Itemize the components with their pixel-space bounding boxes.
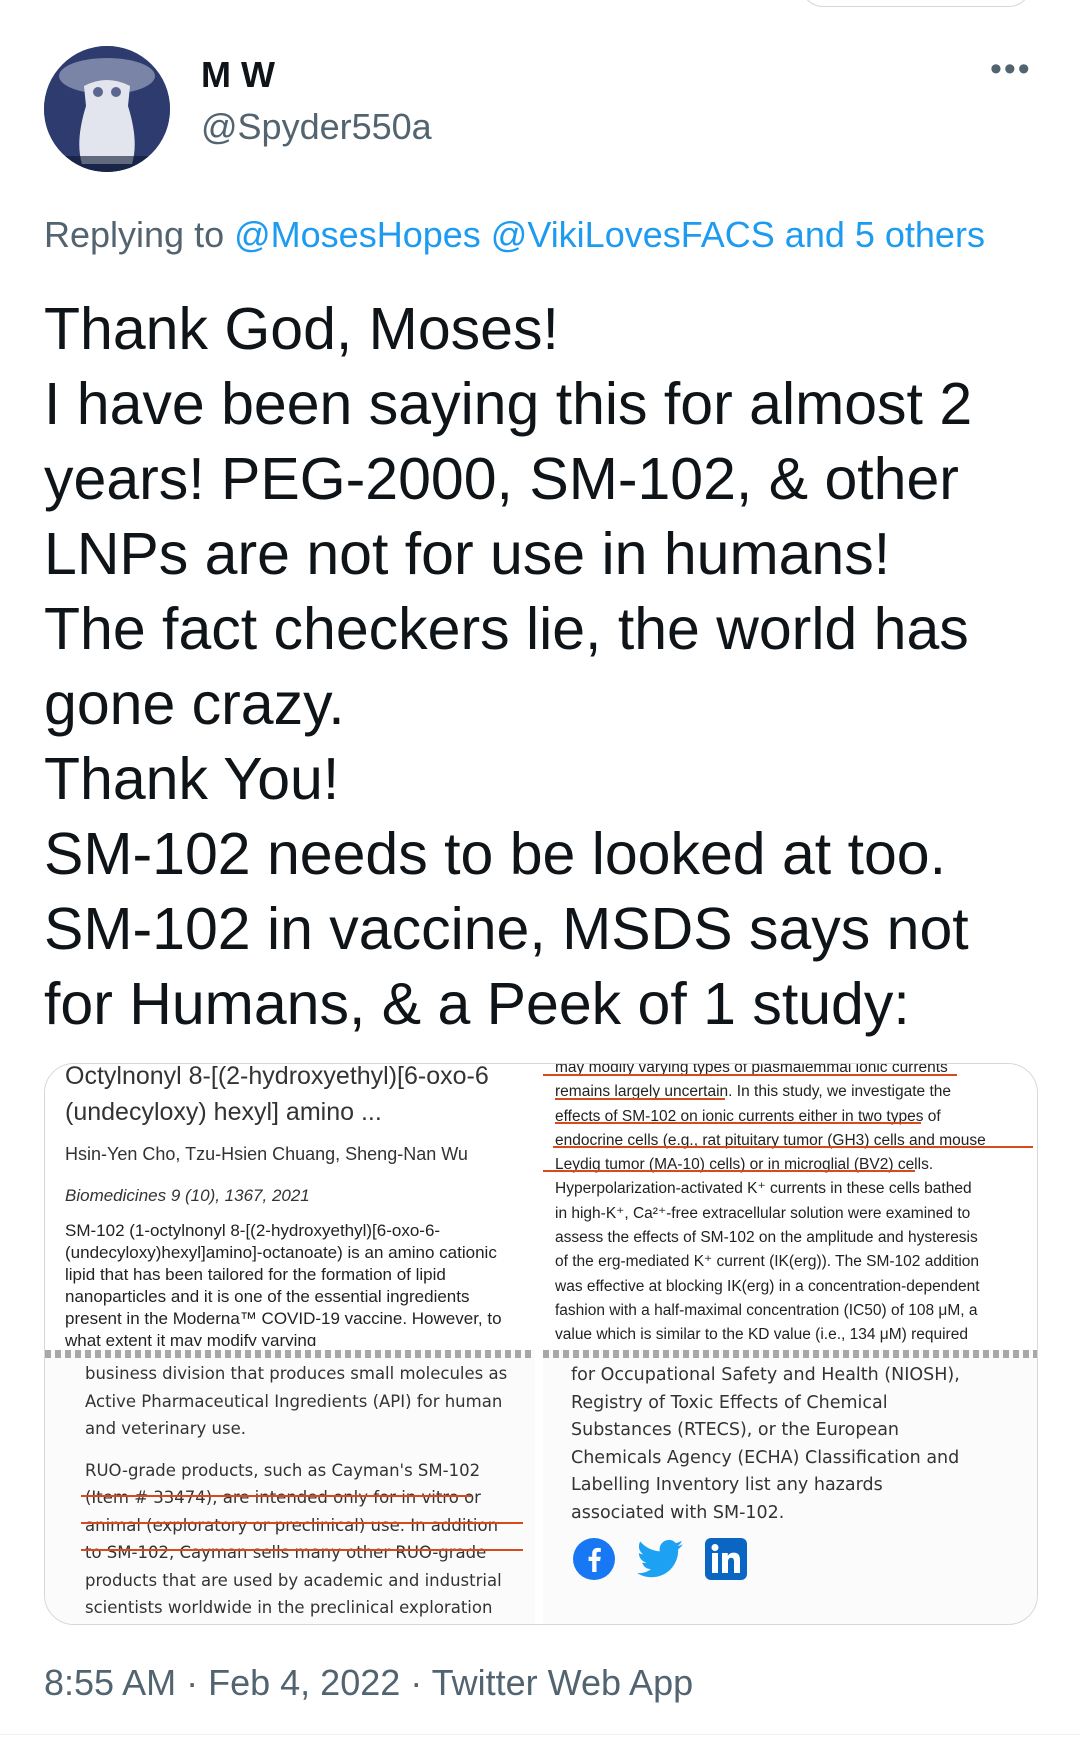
tweet-line: SM-102 needs to be looked at too. bbox=[44, 821, 946, 887]
study-line: may modify varying types of plasmalemmal… bbox=[555, 1064, 948, 1076]
divider bbox=[0, 1734, 1080, 1735]
cayman-line: animal (exploratory or preclinical) use.… bbox=[85, 1515, 499, 1535]
paper-authors: Hsin-Yen Cho, Tzu-Hsien Chuang, Sheng-Na… bbox=[65, 1144, 468, 1164]
source-app[interactable]: Twitter Web App bbox=[432, 1662, 693, 1703]
tweet-time[interactable]: 8:55 AM bbox=[44, 1662, 176, 1703]
niosh-line: Substances (RTECS), or the European bbox=[571, 1420, 900, 1440]
tweet-line: Thank God, Moses! bbox=[44, 296, 559, 362]
niosh-line: Registry of Toxic Effects of Chemical bbox=[571, 1392, 888, 1413]
mention-link[interactable]: @MosesHopes bbox=[234, 214, 481, 255]
more-options-icon[interactable]: ••• bbox=[990, 50, 1032, 89]
tweet-line: SM-102 in vaccine, MSDS says not bbox=[44, 896, 969, 962]
niosh-line: associated with SM-102. bbox=[571, 1502, 785, 1523]
mention-link[interactable]: @VikiLovesFACS bbox=[491, 214, 775, 255]
tweet-line: The fact checkers lie, the world has bbox=[44, 596, 969, 662]
tweet-line: Thank You! bbox=[44, 746, 340, 812]
cayman-line: to SM-102, Cayman sells many other RUO-g… bbox=[85, 1543, 487, 1562]
red-underline bbox=[555, 1122, 921, 1124]
red-underline bbox=[543, 1074, 957, 1076]
red-underline bbox=[553, 1146, 1033, 1148]
cayman-line: scientists worldwide in the preclinical … bbox=[85, 1598, 493, 1617]
cayman-line: RUO-grade products, such as Cayman's SM-… bbox=[85, 1460, 481, 1480]
social-share-icons bbox=[571, 1536, 749, 1582]
cayman-line: Active Pharmaceutical Ingredients (API) … bbox=[85, 1391, 503, 1411]
study-line: was effective at blocking IK(erg) in a c… bbox=[555, 1277, 980, 1295]
niosh-line: Chemicals Agency (ECHA) Classification a… bbox=[571, 1447, 960, 1468]
red-underline bbox=[543, 1170, 915, 1172]
tweet-line: gone crazy. bbox=[44, 671, 345, 737]
study-line: fashion with a half-maximal concentratio… bbox=[555, 1301, 978, 1319]
red-underline bbox=[81, 1495, 471, 1497]
study-line: in high-K⁺, Ca²⁺-free extracellular solu… bbox=[555, 1204, 971, 1222]
study-line: value which is similar to the KD value (… bbox=[555, 1326, 968, 1344]
separator: · bbox=[410, 1662, 423, 1703]
cayman-excerpt-panel[interactable]: business division that produces small mo… bbox=[45, 1350, 535, 1624]
facebook-icon[interactable] bbox=[571, 1536, 617, 1582]
paper-abstract: SM-102 (1-octylnonyl 8-[(2-hydroxyethyl)… bbox=[65, 1221, 502, 1346]
tweet-line: for Humans, & a Peek of 1 study: bbox=[44, 971, 910, 1037]
paper-abstract-panel[interactable]: Octylnonyl 8-[(2-hydroxyethyl)[6-oxo-6 (… bbox=[45, 1064, 535, 1346]
paper-title-line: (undecyloxy) hexyl] amino ... bbox=[65, 1098, 382, 1126]
top-cut-button[interactable] bbox=[800, 0, 1032, 7]
study-line: Leydig tumor (MA-10) cells) or in microg… bbox=[555, 1156, 934, 1174]
twitter-icon[interactable] bbox=[637, 1536, 683, 1582]
paper-title: Octylnonyl 8-[(2-hydroxyethyl)[6-oxo-6 (… bbox=[65, 1064, 535, 1130]
attached-media[interactable]: Octylnonyl 8-[(2-hydroxyethyl)[6-oxo-6 (… bbox=[44, 1063, 1038, 1625]
linkedin-icon[interactable] bbox=[703, 1536, 749, 1582]
tweet-line: years! PEG-2000, SM-102, & other bbox=[44, 446, 959, 512]
red-underline bbox=[81, 1549, 523, 1551]
avatar-image bbox=[44, 46, 170, 172]
red-underline bbox=[81, 1522, 523, 1524]
study-line: Hyperpolarization-activated K⁺ currents … bbox=[555, 1180, 972, 1198]
study-excerpt: may modify varying types of plasmalemmal… bbox=[555, 1064, 1025, 1346]
niosh-line: Labelling Inventory list any hazards bbox=[571, 1475, 883, 1495]
replying-to: Replying to @MosesHopes @VikiLovesFACS a… bbox=[44, 214, 985, 256]
avatar[interactable] bbox=[44, 46, 170, 172]
tweet-text: Thank God, Moses! I have been saying thi… bbox=[44, 292, 1054, 1042]
study-line: endocrine cells (e.g., rat pituitary tum… bbox=[555, 1131, 986, 1149]
cayman-line: business division that produces small mo… bbox=[85, 1364, 508, 1383]
niosh-excerpt: for Occupational Safety and Health (NIOS… bbox=[571, 1362, 1011, 1527]
paper-journal: Biomedicines 9 (10), 1367, 2021 bbox=[65, 1186, 310, 1205]
cayman-line: (Item # 33474), are intended only for in… bbox=[85, 1488, 481, 1507]
study-line: effects of SM-102 on ionic currents eith… bbox=[555, 1107, 941, 1125]
study-line: assess the effects of SM-102 on the ampl… bbox=[555, 1229, 978, 1247]
study-line: of the erg-mediated K⁺ current (IK(erg))… bbox=[555, 1253, 980, 1271]
study-line: remains largely uncertain. In this study… bbox=[555, 1083, 952, 1101]
tweet-line: LNPs are not for use in humans! bbox=[44, 521, 891, 587]
tweet-date[interactable]: Feb 4, 2022 bbox=[208, 1662, 400, 1703]
red-underline bbox=[555, 1098, 725, 1100]
cayman-excerpt: business division that produces small mo… bbox=[85, 1360, 525, 1622]
others-link[interactable]: and 5 others bbox=[785, 214, 985, 255]
cayman-line: products that are used by academic and i… bbox=[85, 1570, 502, 1590]
user-handle[interactable]: @Spyder550a bbox=[201, 106, 432, 148]
niosh-line: for Occupational Safety and Health (NIOS… bbox=[571, 1365, 960, 1385]
niosh-excerpt-panel[interactable]: for Occupational Safety and Health (NIOS… bbox=[543, 1350, 1037, 1624]
separator: · bbox=[186, 1662, 199, 1703]
tweet-metadata: 8:55 AM · Feb 4, 2022 · Twitter Web App bbox=[44, 1662, 693, 1704]
cayman-line: and veterinary use. bbox=[85, 1419, 247, 1438]
tweet-line: I have been saying this for almost 2 bbox=[44, 371, 973, 437]
display-name[interactable]: M W bbox=[201, 54, 275, 96]
replying-to-label: Replying to bbox=[44, 214, 225, 255]
paper-title-cut: Octylnonyl 8-[(2-hydroxyethyl)[6-oxo-6 bbox=[65, 1064, 489, 1090]
study-excerpt-panel[interactable]: may modify varying types of plasmalemmal… bbox=[543, 1064, 1037, 1346]
